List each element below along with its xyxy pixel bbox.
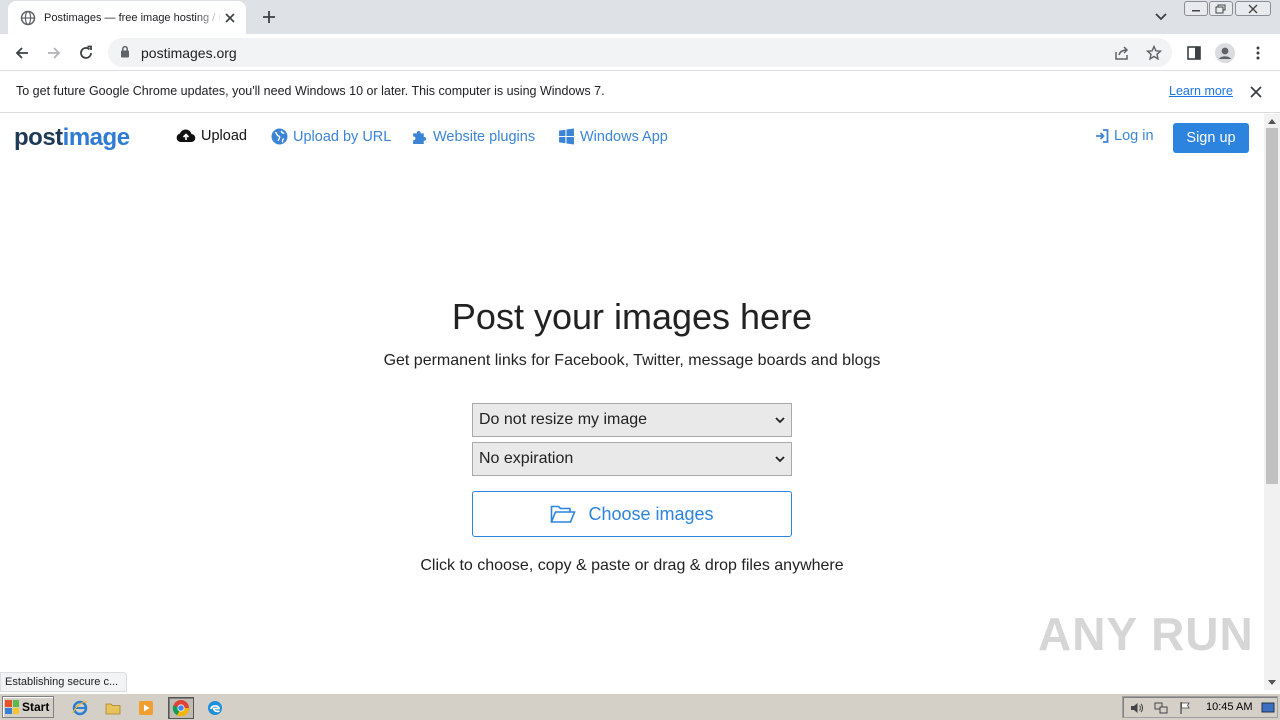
- nav-upload-label: Upload: [201, 128, 247, 144]
- hero-subtitle: Get permanent links for Facebook, Twitte…: [383, 352, 881, 369]
- cloud-upload-icon: [176, 128, 196, 144]
- restore-button[interactable]: [1209, 1, 1233, 16]
- nav-log-in[interactable]: Log in: [1095, 128, 1154, 144]
- expiration-select[interactable]: No expiration: [472, 442, 792, 476]
- edge-icon[interactable]: [204, 697, 226, 719]
- windows-taskbar: Start 10:45 AM: [0, 693, 1280, 720]
- infobar-message: To get future Google Chrome updates, you…: [16, 84, 605, 98]
- share-icon[interactable]: [1113, 44, 1131, 62]
- puzzle-piece-icon: [411, 128, 428, 145]
- anyrun-watermark: ANY RUN: [1038, 608, 1254, 660]
- browser-toolbar: postimages.org: [0, 34, 1280, 71]
- sign-up-button[interactable]: Sign up: [1173, 123, 1249, 153]
- media-player-icon[interactable]: [135, 697, 157, 719]
- resize-select-value: Do not resize my image: [479, 411, 648, 428]
- chrome-taskbar-icon[interactable]: [168, 697, 194, 719]
- upload-hint: Click to choose, copy & paste or drag & …: [420, 557, 844, 574]
- scroll-up-arrow-icon[interactable]: [1268, 119, 1276, 124]
- choose-images-button[interactable]: Choose images: [472, 491, 792, 537]
- expiration-select-value: No expiration: [479, 450, 574, 467]
- new-tab-button[interactable]: [259, 7, 279, 27]
- menu-kebab-icon[interactable]: [1247, 42, 1269, 64]
- address-bar[interactable]: postimages.org: [108, 38, 1172, 67]
- postimage-logo[interactable]: postimage: [14, 124, 130, 152]
- nav-website-plugins-label: Website plugins: [433, 128, 536, 145]
- show-desktop-icon[interactable]: [1260, 700, 1276, 716]
- page-scrollbar[interactable]: [1264, 114, 1280, 690]
- side-panel-icon[interactable]: [1183, 42, 1205, 64]
- taskbar-clock[interactable]: 10:45 AM: [1206, 701, 1252, 713]
- page-content: postimage Upload Upload by URL Website p…: [0, 114, 1264, 690]
- bookmark-star-icon[interactable]: [1145, 44, 1163, 62]
- nav-upload-by-url[interactable]: Upload by URL: [271, 128, 391, 145]
- system-tray: 10:45 AM: [1122, 696, 1278, 718]
- internet-explorer-icon[interactable]: [69, 697, 91, 719]
- network-icon[interactable]: [1153, 700, 1169, 716]
- windows-logo-icon: [558, 128, 575, 145]
- reload-icon[interactable]: [75, 42, 97, 64]
- back-icon[interactable]: [11, 42, 33, 64]
- nav-upload[interactable]: Upload: [176, 128, 247, 144]
- choose-images-label: Choose images: [588, 503, 714, 524]
- folder-open-icon: [550, 504, 577, 524]
- tab-title: Postimages — free image hosting / image …: [44, 11, 222, 24]
- windows-flag-icon: [5, 700, 19, 714]
- chevron-down-icon: [775, 411, 785, 429]
- action-center-flag-icon[interactable]: [1177, 700, 1193, 716]
- sign-in-icon: [1095, 129, 1109, 143]
- start-label: Start: [22, 700, 50, 714]
- speaker-icon[interactable]: [1129, 700, 1145, 716]
- globe-icon: [20, 10, 36, 26]
- minimize-button[interactable]: [1184, 1, 1208, 16]
- tab-close-icon[interactable]: [222, 10, 238, 26]
- learn-more-link[interactable]: Learn more: [1169, 84, 1233, 98]
- file-explorer-icon[interactable]: [102, 697, 124, 719]
- logo-part-image: image: [62, 124, 130, 151]
- browser-tab[interactable]: Postimages — free image hosting / image …: [8, 1, 246, 34]
- chevron-down-icon: [775, 450, 785, 468]
- nav-website-plugins[interactable]: Website plugins: [411, 128, 535, 145]
- forward-icon[interactable]: [43, 42, 65, 64]
- globe-icon: [271, 128, 288, 145]
- profile-avatar-icon[interactable]: [1214, 42, 1236, 64]
- tab-strip: Postimages — free image hosting / image …: [0, 0, 1280, 34]
- nav-log-in-label: Log in: [1114, 128, 1154, 144]
- lock-icon: [120, 45, 130, 63]
- nav-windows-app[interactable]: Windows App: [558, 128, 668, 145]
- url-text: postimages.org: [141, 45, 237, 61]
- logo-part-post: post: [14, 124, 63, 151]
- start-button[interactable]: Start: [2, 696, 54, 718]
- infobar-close-icon[interactable]: [1248, 84, 1264, 100]
- hero-title: Post your images here: [451, 296, 813, 337]
- nav-upload-by-url-label: Upload by URL: [293, 128, 392, 145]
- resize-select[interactable]: Do not resize my image: [472, 403, 792, 437]
- update-infobar: To get future Google Chrome updates, you…: [0, 72, 1280, 113]
- tab-search-icon[interactable]: [1152, 8, 1170, 26]
- scrollbar-thumb[interactable]: [1266, 128, 1278, 484]
- close-window-button[interactable]: [1235, 1, 1271, 16]
- scroll-down-arrow-icon[interactable]: [1268, 680, 1276, 685]
- loading-status: Establishing secure c...: [0, 672, 128, 692]
- nav-windows-app-label: Windows App: [580, 128, 668, 145]
